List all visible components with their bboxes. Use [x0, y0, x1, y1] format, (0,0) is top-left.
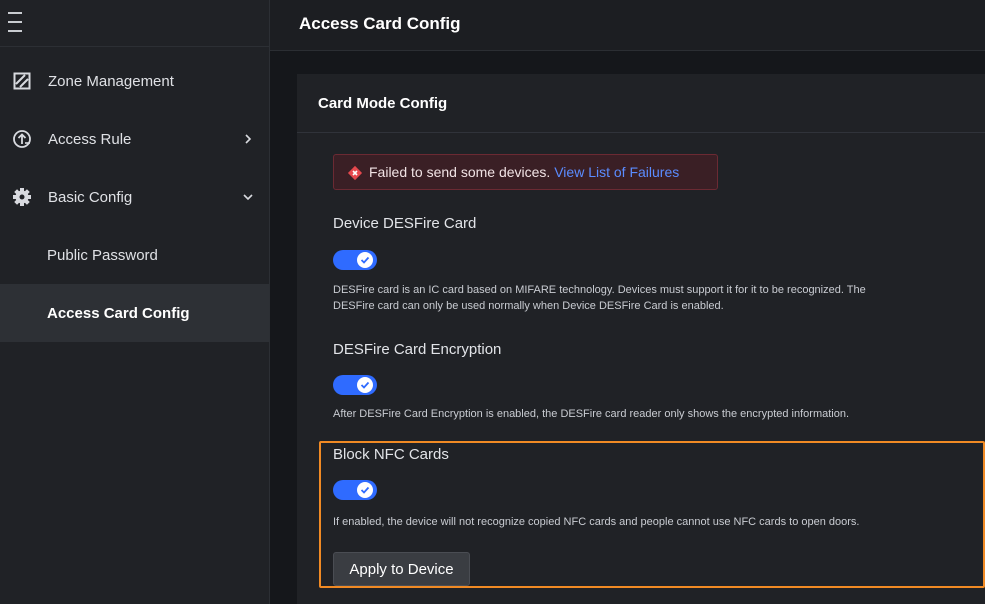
sidebar-item-label: Public Password — [47, 246, 158, 264]
desc-line: DESFire card is an IC card based on MIFA… — [333, 284, 866, 296]
panel-header: Card Mode Config — [297, 74, 985, 133]
sidebar-item-label: Access Card Config — [47, 304, 190, 322]
view-failures-link[interactable]: View List of Failures — [554, 164, 679, 180]
highlight-box — [319, 441, 985, 588]
toggle-knob — [357, 252, 373, 268]
chevron-right-icon — [245, 134, 252, 144]
setting-description: DESFire card is an IC card based on MIFA… — [333, 282, 985, 314]
alert-message: Failed to send some devices. — [369, 164, 551, 180]
zone-slash-square-icon — [13, 72, 31, 90]
check-icon — [360, 381, 370, 389]
sidebar-item-label: Access Rule — [48, 130, 132, 148]
sidebar-item-basic-config[interactable]: Basic Config — [0, 170, 269, 224]
sidebar-item-label: Zone Management — [48, 72, 174, 90]
desfire-encryption-toggle[interactable] — [333, 375, 377, 395]
sidebar: Zone Management Access Rule Basic Config… — [0, 0, 270, 604]
sidebar-item-zone-management[interactable]: Zone Management — [0, 54, 269, 108]
hamburger-menu-icon[interactable] — [8, 10, 22, 34]
setting-description: After DESFire Card Encryption is enabled… — [333, 408, 850, 420]
page-header: Access Card Config — [270, 0, 985, 51]
device-desfire-toggle[interactable] — [333, 250, 377, 270]
page-title: Access Card Config — [299, 14, 461, 33]
access-rule-icon — [13, 130, 31, 148]
check-icon — [360, 256, 370, 264]
setting-title: Device DESFire Card — [333, 215, 477, 232]
error-alert: Failed to send some devices. View List o… — [333, 154, 718, 190]
chevron-down-icon — [243, 194, 253, 201]
toggle-knob — [357, 377, 373, 393]
desc-line: DESFire card can only be used normally w… — [333, 300, 724, 312]
sidebar-item-access-card-config[interactable]: Access Card Config — [0, 284, 269, 342]
gear-icon — [13, 188, 31, 206]
sidebar-item-label: Basic Config — [48, 188, 133, 206]
error-diamond-icon — [347, 165, 363, 181]
panel-title: Card Mode Config — [318, 95, 448, 112]
sidebar-item-public-password[interactable]: Public Password — [0, 228, 269, 282]
setting-title: DESFire Card Encryption — [333, 341, 502, 358]
sidebar-header — [0, 0, 269, 47]
sidebar-item-access-rule[interactable]: Access Rule — [0, 112, 269, 166]
